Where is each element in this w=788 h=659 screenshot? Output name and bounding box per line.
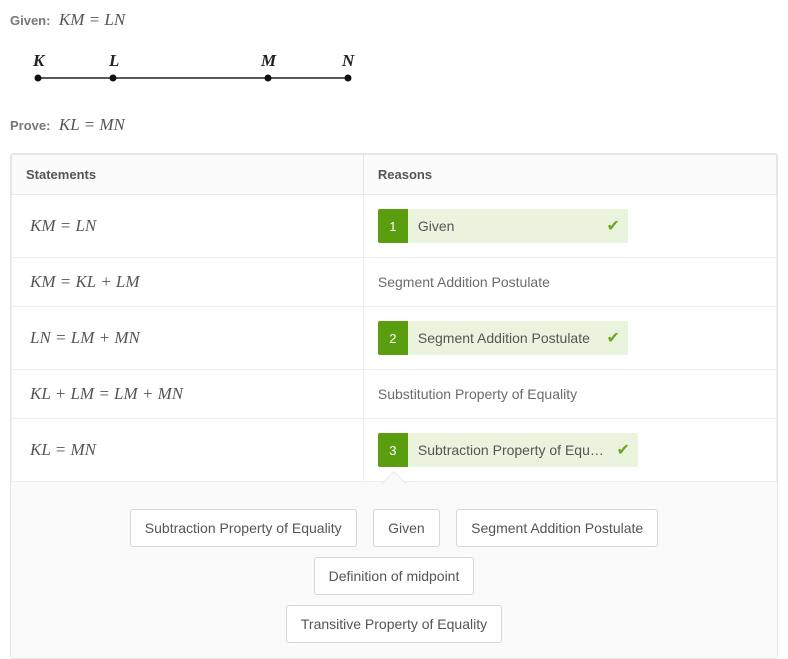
check-icon: ✔ xyxy=(616,440,629,460)
reason-text: Substitution Property of Equality xyxy=(378,386,577,402)
point-L: L xyxy=(108,51,119,82)
svg-text:N: N xyxy=(341,51,355,70)
table-row: KM = LN 1 Given ✔ xyxy=(12,195,777,258)
given-expression: KM = LN xyxy=(59,10,125,29)
segment-svg: K L M N xyxy=(18,50,378,90)
reason-dropzone[interactable]: 2 Segment Addition Postulate ✔ xyxy=(378,321,628,355)
reason-number: 2 xyxy=(378,321,408,355)
reason-dropzone[interactable]: 1 Given ✔ xyxy=(378,209,628,243)
point-N: N xyxy=(341,51,355,82)
check-icon: ✔ xyxy=(606,328,619,348)
choice-button[interactable]: Segment Addition Postulate xyxy=(456,509,658,547)
statement-text: KL + LM = LM + MN xyxy=(30,384,183,403)
reason-text: Segment Addition Postulate xyxy=(408,330,628,346)
point-M: M xyxy=(260,51,277,82)
statement-text: KL = MN xyxy=(30,440,96,459)
statement-text: KM = KL + LM xyxy=(30,272,140,291)
choice-button[interactable]: Definition of midpoint xyxy=(314,557,475,595)
prove-label: Prove: xyxy=(10,118,50,133)
reason-dropzone[interactable]: 3 Subtraction Property of Equality ✔ xyxy=(378,433,638,467)
statement-text: LN = LM + MN xyxy=(30,328,140,347)
reason-text: Segment Addition Postulate xyxy=(378,274,550,290)
point-K: K xyxy=(32,51,46,82)
table-row: KM = KL + LM Segment Addition Postulate xyxy=(12,258,777,307)
check-icon: ✔ xyxy=(606,216,619,236)
prove-expression: KL = MN xyxy=(59,115,125,134)
given-label: Given: xyxy=(10,13,50,28)
svg-text:L: L xyxy=(108,51,119,70)
statement-text: KM = LN xyxy=(30,216,96,235)
given-row: Given: KM = LN xyxy=(10,10,778,30)
prove-row: Prove: KL = MN xyxy=(10,115,778,135)
choices-container: Subtraction Property of Equality Given S… xyxy=(11,482,777,658)
proof-table: Statements Reasons KM = LN 1 Given ✔ KM … xyxy=(11,154,777,482)
table-row: KL + LM = LM + MN Substitution Property … xyxy=(12,370,777,419)
proof-panel: Statements Reasons KM = LN 1 Given ✔ KM … xyxy=(10,153,778,659)
reason-number: 1 xyxy=(378,209,408,243)
reason-number: 3 xyxy=(378,433,408,467)
statements-header: Statements xyxy=(12,155,364,195)
svg-text:M: M xyxy=(260,51,277,70)
line-diagram: K L M N xyxy=(18,50,778,95)
table-row: LN = LM + MN 2 Segment Addition Postulat… xyxy=(12,307,777,370)
reasons-header: Reasons xyxy=(363,155,776,195)
choice-button[interactable]: Transitive Property of Equality xyxy=(286,605,502,643)
choice-button[interactable]: Given xyxy=(373,509,440,547)
choice-button[interactable]: Subtraction Property of Equality xyxy=(130,509,357,547)
reason-text: Subtraction Property of Equality xyxy=(408,442,638,458)
svg-text:K: K xyxy=(32,51,46,70)
reason-text: Given xyxy=(408,218,628,234)
